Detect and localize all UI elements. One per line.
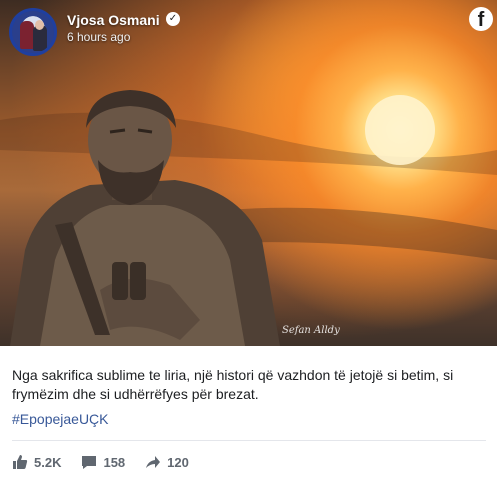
engagement-stats: 5.2K 158 120 (12, 453, 209, 471)
shares-stat[interactable]: 120 (145, 454, 189, 470)
avatar-face (35, 20, 44, 30)
avatar[interactable] (9, 8, 57, 56)
comments-stat[interactable]: 158 (81, 454, 125, 470)
verified-badge-icon: ✓ (166, 12, 180, 26)
divider (12, 440, 486, 441)
comments-count: 158 (103, 454, 126, 470)
hashtag-link[interactable]: #EpopejaeUÇK (12, 411, 109, 427)
likes-stat[interactable]: 5.2K (12, 454, 61, 470)
facebook-logo-icon[interactable]: f (469, 7, 493, 31)
post-header: Vjosa Osmani ✓ 6 hours ago f (0, 0, 497, 60)
post-photo[interactable]: Vjosa Osmani ✓ 6 hours ago f Sefan Alldy (0, 0, 497, 346)
shares-count: 120 (167, 454, 189, 470)
photo-signature: Sefan Alldy (282, 325, 340, 336)
avatar-figure (20, 21, 34, 49)
likes-count: 5.2K (34, 454, 62, 470)
post-caption: Nga sakrifica sublime te liria, një hist… (12, 367, 454, 402)
comment-icon (82, 456, 97, 469)
post-timestamp[interactable]: 6 hours ago (67, 30, 130, 44)
facebook-post: Vjosa Osmani ✓ 6 hours ago f Sefan Alldy… (0, 0, 497, 478)
thumbs-up-icon (13, 455, 28, 469)
author-name[interactable]: Vjosa Osmani (67, 12, 160, 28)
share-arrow-icon (146, 456, 161, 468)
